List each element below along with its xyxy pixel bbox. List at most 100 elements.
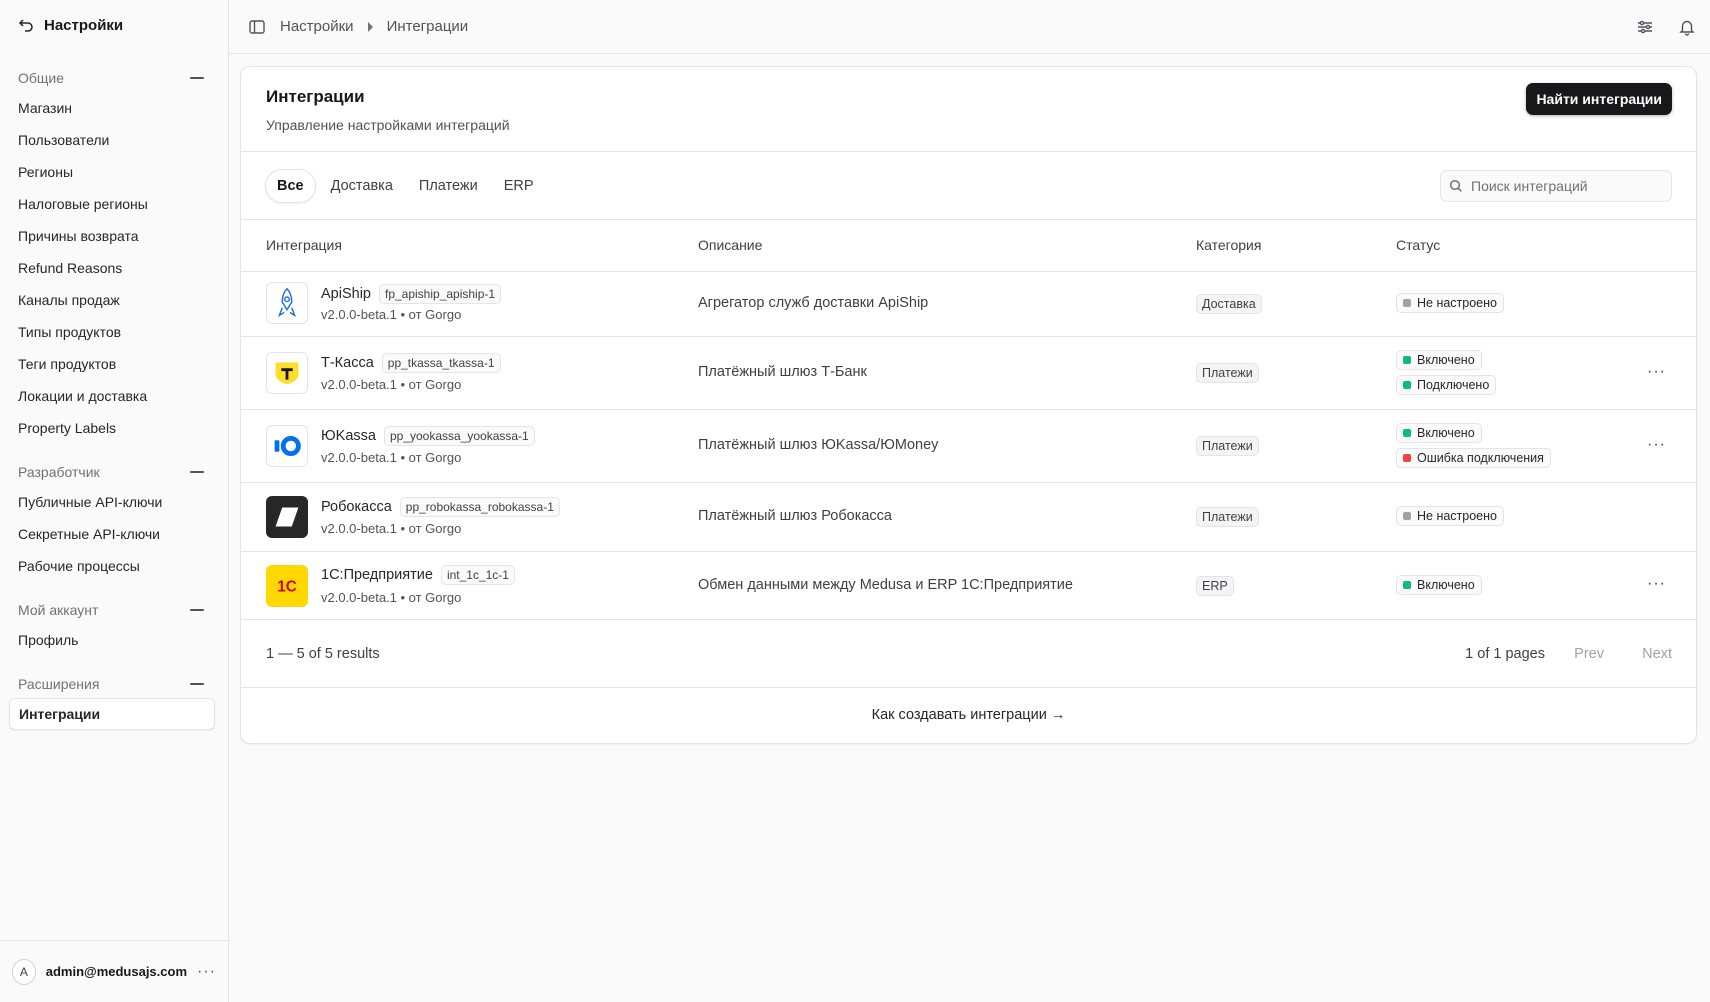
- sidebar-item-300[interactable]: Интеграции: [9, 698, 215, 730]
- integration-code: pp_tkassa_tkassa-1: [381, 353, 501, 373]
- sliders-icon[interactable]: [1636, 18, 1654, 36]
- sidebar-item-5[interactable]: Refund Reasons: [0, 252, 228, 284]
- sidebar-item-200[interactable]: Профиль: [0, 624, 228, 656]
- sidebar-section-header[interactable]: Мой аккаунт: [0, 596, 228, 624]
- results-count: 1 — 5 of 5 results: [266, 646, 380, 662]
- table-header: Интеграция Описание Категория Статус: [241, 220, 1696, 272]
- row-actions-ellipsis-icon[interactable]: ···: [1647, 436, 1666, 454]
- ellipsis-icon[interactable]: ···: [197, 963, 216, 981]
- table-row[interactable]: Т-Касса pp_tkassa_tkassa-1 v2.0.0-beta.1…: [241, 337, 1696, 410]
- row-actions-ellipsis-icon[interactable]: ···: [1647, 575, 1666, 593]
- apiship-logo: [266, 282, 308, 324]
- category-badge: Платежи: [1196, 507, 1259, 527]
- sidebar-section-header[interactable]: Общие: [0, 64, 228, 92]
- integration-name: ЮKassa: [321, 428, 376, 444]
- table-row[interactable]: 1С 1С:Предприятие int_1c_1c-1 v2.0.0-bet…: [241, 552, 1696, 620]
- status-dot: [1403, 581, 1411, 589]
- row-actions-ellipsis-icon[interactable]: ···: [1647, 363, 1666, 381]
- sidebar-section-title: Разработчик: [18, 464, 100, 480]
- status-badge: Не настроено: [1396, 506, 1504, 526]
- status-list: Включено Ошибка подключения: [1396, 423, 1551, 468]
- integration-version: v2.0.0-beta.1 • от Gorgo: [321, 450, 462, 465]
- integration-version: v2.0.0-beta.1 • от Gorgo: [321, 590, 462, 605]
- tab-all[interactable]: Все: [265, 168, 316, 203]
- sidebar-item-9[interactable]: Локации и доставка: [0, 380, 228, 412]
- status-label: Не настроено: [1417, 296, 1497, 310]
- sidebar-item-100[interactable]: Публичные API-ключи: [0, 486, 228, 518]
- integration-description: Обмен данными между Medusa и ERP 1С:Пред…: [698, 577, 1073, 593]
- sidebar-item-2[interactable]: Регионы: [0, 156, 228, 188]
- status-badge: Подключено: [1396, 375, 1497, 395]
- back-to-settings[interactable]: Настройки: [0, 0, 228, 50]
- bell-icon[interactable]: [1678, 18, 1696, 36]
- robokassa-logo: [266, 496, 308, 538]
- sidebar-item-1[interactable]: Пользователи: [0, 124, 228, 156]
- onec-logo: 1С: [266, 565, 308, 607]
- sidebar-item-7[interactable]: Типы продуктов: [0, 316, 228, 348]
- find-integrations-button[interactable]: Найти интеграции: [1526, 83, 1672, 115]
- tab-delivery[interactable]: Доставка: [320, 169, 404, 203]
- pagination: 1 — 5 of 5 results 1 of 1 pages Prev Nex…: [241, 620, 1696, 688]
- card-header: Интеграции Управление настройками интегр…: [241, 67, 1696, 152]
- search-input[interactable]: [1471, 177, 1671, 194]
- status-label: Подключено: [1417, 378, 1490, 392]
- integration-code: pp_yookassa_yookassa-1: [383, 426, 535, 446]
- sidebar-item-8[interactable]: Теги продуктов: [0, 348, 228, 380]
- sidebar-item-4[interactable]: Причины возврата: [0, 220, 228, 252]
- collapse-minus-icon[interactable]: [190, 471, 204, 473]
- status-label: Включено: [1417, 353, 1475, 367]
- next-page-button[interactable]: Next: [1642, 646, 1672, 662]
- prev-page-button[interactable]: Prev: [1574, 646, 1604, 662]
- sidebar-item-102[interactable]: Рабочие процессы: [0, 550, 228, 582]
- tab-payments[interactable]: Платежи: [408, 169, 489, 203]
- sidebar-toggle-icon[interactable]: [248, 18, 266, 36]
- table-row[interactable]: ApiShip fp_apiship_apiship-1 v2.0.0-beta…: [241, 272, 1696, 337]
- column-category: Категория: [1196, 237, 1262, 253]
- sidebar-section: Разработчик Публичные API-ключи Секретные …: [0, 458, 228, 582]
- status-label: Включено: [1417, 426, 1475, 440]
- status-list: Включено: [1396, 575, 1482, 595]
- back-label: Настройки: [44, 16, 124, 34]
- status-dot: [1403, 381, 1411, 389]
- status-list: Не настроено: [1396, 293, 1504, 313]
- category-badge: ERP: [1196, 576, 1234, 596]
- integration-version: v2.0.0-beta.1 • от Gorgo: [321, 307, 462, 322]
- sidebar-section-header[interactable]: Разработчик: [0, 458, 228, 486]
- sidebar-item-10[interactable]: Property Labels: [0, 412, 228, 444]
- integration-version: v2.0.0-beta.1 • от Gorgo: [321, 521, 462, 536]
- category-badge: Платежи: [1196, 436, 1259, 456]
- chevron-right-icon: [367, 21, 373, 32]
- integration-name: 1С:Предприятие: [321, 567, 433, 583]
- integration-version: v2.0.0-beta.1 • от Gorgo: [321, 377, 462, 392]
- search-box[interactable]: [1440, 169, 1672, 202]
- status-list: Включено Подключено: [1396, 350, 1497, 395]
- tab-erp[interactable]: ERP: [493, 169, 545, 203]
- collapse-minus-icon[interactable]: [190, 77, 204, 79]
- sidebar-item-6[interactable]: Каналы продаж: [0, 284, 228, 316]
- sidebar-item-3[interactable]: Налоговые регионы: [0, 188, 228, 220]
- table-row[interactable]: ЮKassa pp_yookassa_yookassa-1 v2.0.0-bet…: [241, 410, 1696, 483]
- integration-description: Агрегатор служб доставки ApiShip: [698, 295, 929, 311]
- how-to-create-integrations-link[interactable]: Как создавать интеграции →: [241, 688, 1696, 742]
- table-row[interactable]: Робокасса pp_robokassa_robokassa-1 v2.0.…: [241, 483, 1696, 552]
- sidebar-item-0[interactable]: Магазин: [0, 92, 228, 124]
- status-label: Ошибка подключения: [1417, 451, 1544, 465]
- page-title: Интеграции: [266, 87, 365, 106]
- sidebar-section: Расширения Интеграции: [0, 670, 228, 730]
- sidebar-item-101[interactable]: Секретные API-ключи: [0, 518, 228, 550]
- sidebar-section-title: Общие: [18, 70, 65, 86]
- collapse-minus-icon[interactable]: [190, 609, 204, 611]
- breadcrumb-settings[interactable]: Настройки: [280, 18, 354, 35]
- page-indicator: 1 of 1 pages: [1465, 646, 1545, 662]
- page-subtitle: Управление настройками интеграций: [266, 117, 510, 133]
- search-icon: [1449, 179, 1462, 192]
- status-dot: [1403, 512, 1411, 520]
- collapse-minus-icon[interactable]: [190, 683, 204, 685]
- user-email: admin@medusajs.com: [45, 964, 188, 979]
- integration-description: Платёжный шлюз ЮKassa/ЮMoney: [698, 437, 939, 453]
- sidebar-section-header[interactable]: Расширения: [0, 670, 228, 698]
- topbar: Настройки Интеграции: [229, 0, 1710, 54]
- column-status: Статус: [1396, 237, 1441, 253]
- integration-code: pp_robokassa_robokassa-1: [399, 497, 560, 517]
- user-menu[interactable]: A admin@medusajs.com ···: [0, 940, 228, 1002]
